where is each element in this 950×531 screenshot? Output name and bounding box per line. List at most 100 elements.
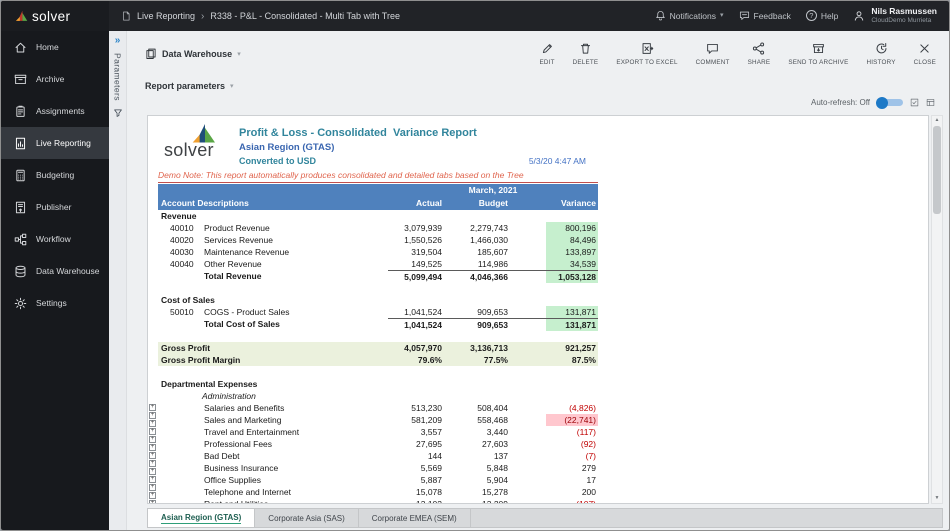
sheet-tab-asian-region-gtas[interactable]: Asian Region (GTAS): [148, 509, 255, 527]
solver-logo[interactable]: solver: [1, 1, 109, 31]
budget-value: [444, 294, 510, 306]
grid-icon[interactable]: [926, 98, 935, 107]
send-to-archive-button[interactable]: SEND TO ARCHIVE: [779, 42, 857, 66]
variance-value: (4,826): [546, 402, 598, 414]
column-gap: [510, 486, 546, 498]
actual-value: 5,099,494: [388, 270, 444, 283]
sidebar-item-publisher[interactable]: Publisher: [1, 191, 109, 223]
breadcrumb-title: R338 - P&L - Consolidated - Multi Tab wi…: [210, 11, 400, 21]
sidebar-item-label: Archive: [36, 74, 64, 84]
expand-row-button[interactable]: +: [149, 428, 156, 435]
account-code: 40010: [158, 222, 204, 234]
variance-value: 1,053,128: [546, 270, 598, 283]
delete-button[interactable]: DELETE: [564, 42, 608, 66]
edit-button[interactable]: EDIT: [530, 42, 563, 66]
notifications-button[interactable]: Notifications ▾: [655, 10, 724, 21]
scrollbar-thumb[interactable]: [933, 126, 941, 214]
feedback-button[interactable]: Feedback: [739, 10, 791, 21]
close-button[interactable]: CLOSE: [905, 42, 945, 66]
home-icon: [14, 41, 27, 54]
table-row-gross-profit: Gross Profit4,057,9703,136,713921,257: [158, 342, 598, 354]
live-reporting-icon: [14, 137, 27, 150]
table-row-rent-and-utilities: Rent and Utilities13,10213,209(107): [158, 498, 598, 504]
share-button[interactable]: SHARE: [739, 42, 780, 66]
feedback-label: Feedback: [754, 11, 791, 21]
expand-row-button[interactable]: +: [149, 484, 156, 491]
sidebar-item-budgeting[interactable]: Budgeting: [1, 159, 109, 191]
expand-parameters-button[interactable]: »: [115, 36, 121, 46]
sidebar-nav: Home Archive Assignments Live Reporting Budg…: [1, 31, 109, 530]
budget-value: 3,440: [444, 426, 510, 438]
budget-value: 77.5%: [444, 354, 510, 366]
auto-refresh-label: Auto-refresh: Off: [811, 98, 870, 107]
budget-value: 13,209: [444, 498, 510, 504]
budget-value: [444, 378, 510, 390]
checkbox-icon[interactable]: [910, 98, 919, 107]
data-warehouse-small-icon: [145, 48, 157, 60]
account-label: Product Revenue: [204, 222, 388, 234]
filter-icon[interactable]: [113, 108, 123, 118]
account-code: [158, 414, 204, 426]
data-warehouse-button[interactable]: Data Warehouse ▾: [145, 48, 241, 60]
export-to-excel-button[interactable]: EXPORT TO EXCEL: [607, 42, 686, 66]
variance-value: 800,196: [546, 222, 598, 234]
expand-row-button[interactable]: +: [149, 468, 156, 475]
account-label: Total Revenue: [204, 270, 388, 283]
report-table: March, 2021 Account Descriptions Actual …: [158, 184, 598, 504]
sidebar-item-data-warehouse[interactable]: Data Warehouse: [1, 255, 109, 287]
bell-icon: [655, 10, 666, 21]
expand-row-button[interactable]: +: [149, 404, 156, 411]
actual-value: 13,102: [388, 498, 444, 504]
account-code: [158, 486, 204, 498]
account-code: [158, 462, 204, 474]
topbar: solver Live Reporting › R338 - P&L - Con…: [1, 1, 949, 31]
help-label: Help: [821, 11, 838, 21]
variance-value: 133,897: [546, 246, 598, 258]
budget-value: 558,468: [444, 414, 510, 426]
comment-button[interactable]: COMMENT: [687, 42, 739, 66]
report-parameters-toggle[interactable]: Report parameters ▾: [145, 81, 234, 91]
sidebar-item-label: Live Reporting: [36, 138, 91, 148]
user-menu[interactable]: Nils Rasmussen CloudDemo Murrieta: [853, 7, 937, 24]
report-currency-note: Converted to USD: [239, 156, 316, 166]
expand-row-button[interactable]: +: [149, 500, 156, 504]
report-timestamp: 5/3/20 4:47 AM: [492, 156, 586, 166]
vertical-scrollbar[interactable]: ▲ ▼: [931, 115, 943, 504]
column-gap: [510, 462, 546, 474]
scroll-up-icon[interactable]: ▲: [935, 116, 940, 125]
expand-row-button[interactable]: +: [149, 452, 156, 459]
column-gap: [510, 234, 546, 246]
scroll-down-icon[interactable]: ▼: [935, 494, 940, 503]
column-gap: [510, 390, 546, 402]
budget-value: 2,279,743: [444, 222, 510, 234]
expand-row-button[interactable]: +: [149, 476, 156, 483]
sidebar-item-settings[interactable]: Settings: [1, 287, 109, 319]
expand-row-button[interactable]: +: [149, 420, 156, 427]
auto-refresh-toggle[interactable]: [877, 99, 903, 106]
help-button[interactable]: ? Help: [806, 10, 838, 21]
history-button[interactable]: HISTORY: [857, 42, 904, 66]
auto-refresh-controls: Auto-refresh: Off: [811, 98, 935, 107]
sidebar-item-home[interactable]: Home: [1, 31, 109, 63]
sheet-tab-corporate-asia-sas[interactable]: Corporate Asia (SAS): [255, 509, 358, 527]
budget-value: 15,278: [444, 486, 510, 498]
actual-value: 319,504: [388, 246, 444, 258]
actual-value: 1,550,526: [388, 234, 444, 246]
sidebar-item-live-reporting[interactable]: Live Reporting: [1, 127, 109, 159]
breadcrumb-section[interactable]: Live Reporting: [137, 11, 195, 21]
expand-row-button[interactable]: +: [149, 412, 156, 419]
expand-row-button[interactable]: +: [149, 436, 156, 443]
toolbar: Data Warehouse ▾ EDITDELETEEXPORT TO EXC…: [127, 31, 949, 77]
table-row-cogs-product-sales: 50010COGS - Product Sales1,041,524909,65…: [158, 306, 598, 318]
report-logo: solver: [162, 124, 234, 170]
expand-row-button[interactable]: +: [149, 444, 156, 451]
expand-row-button[interactable]: +: [149, 492, 156, 499]
column-gap: [510, 294, 546, 306]
sidebar-item-workflow[interactable]: Workflow: [1, 223, 109, 255]
column-gap: [510, 246, 546, 258]
sidebar-item-archive[interactable]: Archive: [1, 63, 109, 95]
expand-row-button[interactable]: +: [149, 460, 156, 467]
action-label: CLOSE: [914, 59, 936, 66]
sidebar-item-assignments[interactable]: Assignments: [1, 95, 109, 127]
sheet-tab-corporate-emea-sem[interactable]: Corporate EMEA (SEM): [359, 509, 471, 527]
